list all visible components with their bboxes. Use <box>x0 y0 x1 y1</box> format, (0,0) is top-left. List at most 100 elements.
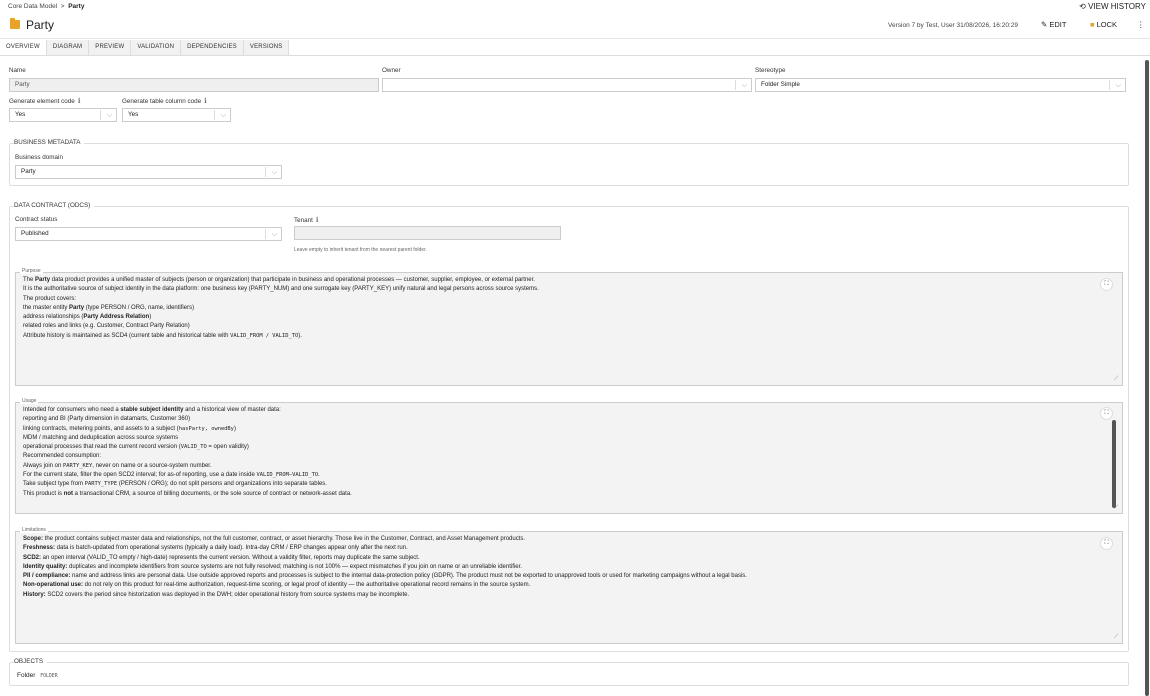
purpose-line: It is the authoritative source of subjec… <box>23 285 1122 294</box>
tenant-hint: Leave empty to inherit tenant from the n… <box>294 247 427 253</box>
code-run: VALID_FROM / VALID_TO <box>230 332 299 339</box>
divider <box>735 80 736 90</box>
owner-select[interactable]: ⌵ <box>382 78 752 92</box>
text-run: duplicates and incomplete identifiers fr… <box>67 563 522 570</box>
purpose-line: address relationships (Party Address Rel… <box>23 313 1122 322</box>
expand-icon[interactable]: ⛶ <box>1100 278 1113 291</box>
gen-table-value: Yes <box>128 111 139 118</box>
tab-overview[interactable]: OVERVIEW <box>0 40 47 55</box>
info-icon[interactable]: ℹ <box>204 98 207 105</box>
bold-run: Party Address Relation <box>83 314 150 321</box>
view-history-button[interactable]: ⟲ VIEW HISTORY <box>1079 2 1146 11</box>
edit-label: EDIT <box>1049 20 1067 29</box>
edit-button[interactable]: ✎ EDIT <box>1041 20 1066 29</box>
info-icon[interactable]: ℹ <box>78 98 81 105</box>
text-run: MDM / matching and deduplication across … <box>23 434 179 441</box>
text-run: Always join on <box>23 462 64 469</box>
usage-line: operational processes that read the curr… <box>23 443 1122 452</box>
limitations-line: History: SCD2 covers the period since hi… <box>23 591 1122 600</box>
expand-icon[interactable]: ⛶ <box>1100 537 1113 550</box>
usage-textarea[interactable]: Intended for consumers who need a stable… <box>15 402 1123 514</box>
bold-run: Scope: <box>23 536 44 542</box>
usage-scrollbar[interactable] <box>1112 420 1116 508</box>
gen-table-label-text: Generate table column code <box>122 98 202 105</box>
breadcrumb-current: Party <box>68 3 85 10</box>
limitations-line: Non-operational use: do not rely on this… <box>23 581 1122 590</box>
stereotype-label: Stereotype <box>755 67 786 74</box>
text-run: data product provides a unified master o… <box>50 277 535 283</box>
lock-button[interactable]: ■ LOCK <box>1090 20 1117 29</box>
resize-handle-icon[interactable]: ⟋ <box>1114 634 1118 641</box>
resize-handle-icon[interactable]: ⟋ <box>1114 505 1118 512</box>
text-run: The product covers: <box>23 295 77 302</box>
code-run: PARTY_TYPE <box>84 481 118 488</box>
purpose-textarea[interactable]: The Party data product provides a unifie… <box>15 272 1123 386</box>
breadcrumb-root[interactable]: Core Data Model <box>8 3 57 10</box>
gen-element-label-text: Generate element code <box>9 98 75 105</box>
breadcrumb: Core Data Model > Party <box>8 3 84 10</box>
code-run: VALID_FROM–VALID_TO <box>256 472 319 479</box>
usage-line: Take subject type from PARTY_TYPE (PERSO… <box>23 480 1122 489</box>
bold-run: Party <box>69 304 85 311</box>
bold-run: Freshness: <box>23 545 56 552</box>
resize-handle-icon[interactable]: ⟋ <box>1114 376 1118 383</box>
info-icon[interactable]: ℹ <box>316 217 319 224</box>
text-run: reporting and BI (Party dimension in dat… <box>23 416 191 423</box>
limitations-content: Scope: the product contains subject mast… <box>16 532 1122 600</box>
tab-dependencies[interactable]: DEPENDENCIES <box>181 40 244 55</box>
text-run: operational processes that read the curr… <box>23 444 181 451</box>
tenant-label: Tenant ℹ <box>294 216 319 224</box>
bold-run: not <box>63 490 74 497</box>
chevron-down-icon: ⌵ <box>106 112 112 119</box>
text-run: address relationships ( <box>23 314 84 321</box>
usage-line: This product is not a transactional CRM,… <box>23 490 1122 499</box>
tab-versions[interactable]: VERSIONS <box>243 40 290 55</box>
usage-content: Intended for consumers who need a stable… <box>16 403 1122 499</box>
usage-line: MDM / matching and deduplication across … <box>23 434 1122 443</box>
gen-table-select[interactable]: Yes ⌵ <box>122 108 231 122</box>
tenant-field[interactable] <box>294 226 561 240</box>
divider <box>1109 80 1110 90</box>
objects-title: OBJECTS <box>14 658 48 665</box>
folder-icon <box>10 18 20 29</box>
lock-icon: ■ <box>1090 20 1095 29</box>
divider <box>265 167 266 177</box>
business-domain-select[interactable]: Party ⌵ <box>15 165 282 179</box>
object-type: FOLDER <box>40 674 58 679</box>
text-run: ) <box>149 314 152 321</box>
text-run: (type PERSON / ORG, name, identifiers) <box>84 304 195 311</box>
tab-preview[interactable]: PREVIEW <box>89 40 132 55</box>
limitations-textarea[interactable]: Scope: the product contains subject mast… <box>15 531 1123 644</box>
text-run: ) <box>233 425 236 432</box>
tab-bar: OVERVIEW DIAGRAM PREVIEW VALIDATION DEPE… <box>0 40 1150 56</box>
history-icon: ⟲ <box>1079 2 1086 11</box>
limitations-line: PII / compliance: name and address links… <box>23 572 1122 581</box>
text-run: do not rely on this product for real-tim… <box>83 582 531 589</box>
text-run: For the current state, filter the open S… <box>23 472 257 479</box>
pencil-icon: ✎ <box>1041 20 1048 29</box>
bold-run: History: <box>23 591 46 598</box>
owner-label: Owner <box>382 67 401 74</box>
gen-element-select[interactable]: Yes ⌵ <box>9 108 117 122</box>
tab-validation[interactable]: VALIDATION <box>131 40 182 55</box>
bold-run: Party <box>35 277 51 283</box>
usage-line: Recommended consumption: <box>23 452 1122 461</box>
divider <box>214 110 215 120</box>
view-history-label: VIEW HISTORY <box>1088 2 1146 11</box>
expand-icon[interactable]: ⛶ <box>1100 407 1113 420</box>
more-menu-button[interactable]: ⋮ <box>1137 20 1145 29</box>
purpose-line: the master entity Party (type PERSON / O… <box>23 304 1122 313</box>
usage-label: Usage <box>20 398 39 404</box>
tab-diagram[interactable]: DIAGRAM <box>46 40 90 55</box>
object-item[interactable]: Folder FOLDER <box>17 672 58 679</box>
bold-run: SCD2: <box>23 554 42 561</box>
page-scrollbar[interactable] <box>1145 60 1149 696</box>
purpose-line: Attribute history is maintained as SCD4 … <box>23 332 1122 341</box>
purpose-content: The Party data product provides a unifie… <box>16 273 1122 341</box>
contract-status-label: Contract status <box>15 216 58 223</box>
gen-table-label: Generate table column code ℹ <box>122 97 207 105</box>
name-field[interactable]: Party <box>9 78 379 92</box>
contract-status-select[interactable]: Published ⌵ <box>15 227 282 241</box>
text-run: the master entity <box>23 304 70 311</box>
stereotype-select[interactable]: Folder Simple ⌵ <box>755 78 1126 92</box>
